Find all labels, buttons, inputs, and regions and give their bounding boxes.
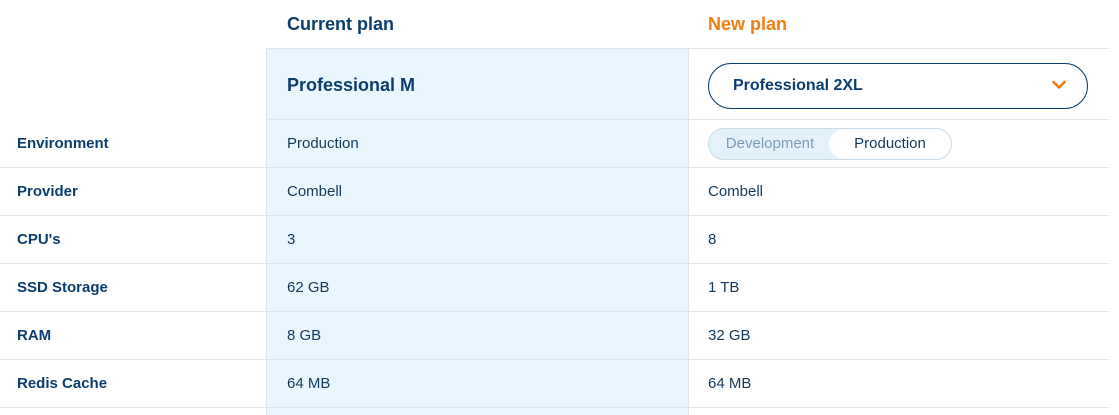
current-value: 3 [287, 231, 296, 248]
table-row-provider: Provider Combell Combell [0, 168, 1109, 216]
row-label: CPU's [17, 231, 61, 248]
table-row-redis-cache: Redis Cache 64 MB 64 MB [0, 360, 1109, 408]
table-row-environment: Environment Production Development Produ… [0, 120, 1109, 168]
table-row-cpus: CPU's 3 8 [0, 216, 1109, 264]
new-value: 1 TB [708, 279, 740, 296]
plan-name-row: Professional M Professional 2XL [266, 48, 1109, 120]
plan-comparison: Current plan New plan Professional M Pro… [0, 0, 1119, 415]
new-plan-selected-value: Professional 2XL [733, 77, 863, 94]
row-label: Provider [17, 183, 78, 200]
table-row-ssd-storage: SSD Storage 62 GB 1 TB [0, 264, 1109, 312]
current-plan-name: Professional M [287, 75, 416, 95]
current-plan-heading: Current plan [287, 14, 395, 34]
current-value: 64 MB [287, 375, 331, 392]
new-value: 64 MB [708, 375, 752, 392]
column-headers: Current plan New plan [0, 0, 1119, 48]
row-label: Environment [17, 135, 109, 152]
current-value: 62 GB [287, 279, 330, 296]
row-label: SSD Storage [17, 279, 108, 296]
current-value: Production [287, 135, 359, 152]
toggle-option-production[interactable]: Production [829, 129, 951, 159]
new-plan-select[interactable]: Professional 2XL [708, 63, 1088, 109]
new-value: 8 [708, 231, 717, 248]
chevron-down-icon [1052, 80, 1066, 89]
new-value: Combell [708, 183, 764, 200]
current-value: Combell [287, 183, 343, 200]
new-plan-heading: New plan [708, 14, 788, 34]
new-value: 32 GB [708, 327, 751, 344]
table-row-ram: RAM 8 GB 32 GB [0, 312, 1109, 360]
row-label: RAM [17, 327, 52, 344]
current-value: 8 GB [287, 327, 322, 344]
toggle-option-development[interactable]: Development [709, 129, 831, 159]
environment-toggle[interactable]: Development Production [708, 128, 952, 160]
row-label: Redis Cache [17, 375, 108, 392]
